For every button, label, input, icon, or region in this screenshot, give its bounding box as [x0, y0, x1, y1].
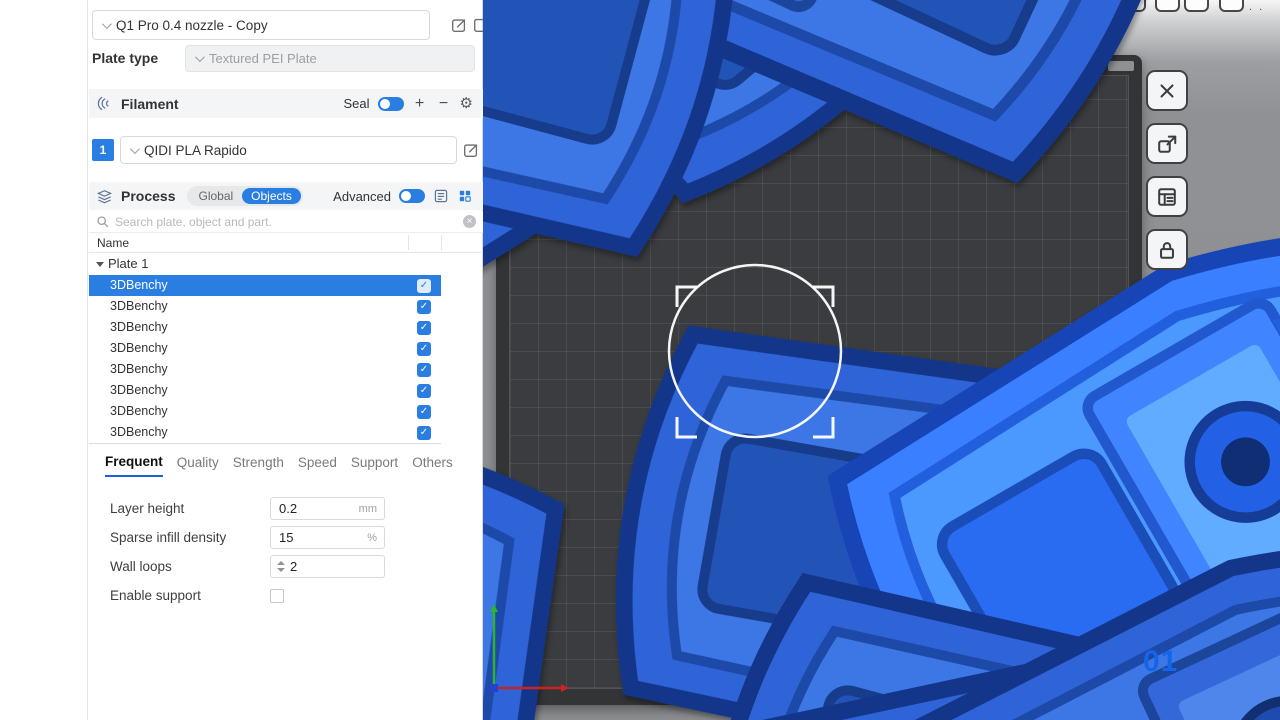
filament-select[interactable]: QIDI PLA Rapido [120, 136, 457, 164]
search-icon [96, 215, 109, 228]
close-icon [1156, 80, 1178, 102]
chevron-down-icon [195, 52, 205, 62]
visibility-checkbox[interactable] [417, 426, 431, 440]
chevron-down-icon [102, 19, 112, 29]
plate-number-label[interactable]: 01 [1143, 645, 1178, 679]
spinner-down-icon[interactable] [277, 568, 285, 572]
advanced-toggle[interactable] [399, 189, 425, 203]
add-filament-button[interactable]: + [412, 96, 428, 112]
tree-row-benchy[interactable]: 3DBenchy [89, 296, 441, 317]
param-enable-support: Enable support [89, 584, 483, 607]
tree-plate-row[interactable]: Plate 1 [89, 253, 441, 275]
spinner-up-icon[interactable] [277, 561, 285, 565]
search-input[interactable] [115, 215, 457, 229]
z-axis-origin [490, 684, 498, 692]
auto-orient-button[interactable] [1146, 123, 1188, 164]
filament-section-title: Filament [121, 96, 179, 112]
plate-type-label: Plate type [92, 50, 158, 66]
objects-grid-icon[interactable] [457, 188, 473, 204]
tree-row-benchy[interactable]: 3DBenchy [89, 380, 441, 401]
param-list-icon[interactable] [433, 188, 449, 204]
remove-filament-button[interactable]: − [436, 96, 452, 112]
expander-chevron-icon[interactable] [96, 262, 104, 267]
tree-row-benchy[interactable]: 3DBenchy [89, 422, 441, 443]
clear-search-icon[interactable]: × [463, 215, 476, 228]
plate-type-select[interactable]: Textured PEI Plate [185, 45, 475, 72]
layer-height-unit: mm [359, 503, 377, 515]
seal-toggle[interactable] [378, 97, 404, 111]
arrange-panel-button[interactable] [1146, 176, 1188, 217]
process-section-header: Process Global Objects Advanced [89, 182, 483, 210]
tree-header-name: Name [97, 236, 129, 250]
visibility-checkbox[interactable] [417, 279, 431, 293]
segment-objects[interactable]: Objects [242, 188, 301, 204]
tree-header: Name [89, 233, 483, 253]
param-wall-loops: Wall loops [89, 555, 483, 578]
plate-type-value: Textured PEI Plate [209, 51, 317, 66]
process-section-title: Process [121, 188, 175, 204]
edit-filament-icon[interactable] [461, 140, 481, 160]
printer-preset-select[interactable]: Q1 Pro 0.4 nozzle - Copy [92, 10, 430, 40]
param-sparse-infill: Sparse infill density % [89, 526, 483, 549]
layout-list-icon [1156, 186, 1178, 208]
qidi-studio-window: Q1 Pro 0.4 nozzle - Copy Plate type Text… [0, 0, 1280, 720]
tree-row-benchy[interactable]: 3DBenchy [89, 338, 441, 359]
object-tree-list: 3DBenchy 3DBenchy 3DBenchy 3DBenchy 3DBe… [89, 275, 441, 444]
visibility-checkbox[interactable] [417, 300, 431, 314]
search-bar: × [89, 211, 483, 233]
close-plate-button[interactable] [1146, 70, 1188, 111]
edit-preset-icon[interactable] [449, 15, 469, 35]
segment-global[interactable]: Global [189, 188, 242, 204]
wall-loops-input[interactable] [288, 556, 384, 577]
benchy-model[interactable] [483, 415, 574, 720]
tree-row-benchy[interactable]: 3DBenchy [89, 401, 441, 422]
filament-spool-icon [96, 95, 113, 112]
lock-plate-button[interactable] [1146, 229, 1188, 270]
filament-section-header: Filament Seal + − ⚙ [89, 89, 483, 118]
chevron-down-icon [130, 144, 140, 154]
enable-support-checkbox[interactable] [270, 589, 284, 603]
visibility-checkbox[interactable] [417, 342, 431, 356]
plate-row-label: Plate 1 [108, 256, 148, 271]
lock-icon [1156, 239, 1178, 261]
x-axis-arrow [561, 684, 569, 692]
sparse-infill-unit: % [367, 532, 377, 544]
param-layer-height: Layer height mm [89, 497, 483, 520]
visibility-checkbox[interactable] [417, 405, 431, 419]
tab-frequent[interactable]: Frequent [105, 454, 163, 477]
filament-value: QIDI PLA Rapido [144, 143, 247, 158]
tab-support[interactable]: Support [351, 455, 398, 476]
viewport-3d[interactable]: . . ✎ [483, 0, 1280, 720]
frequent-params: Layer height mm Sparse infill density % … [89, 497, 483, 613]
tree-row-benchy[interactable]: 3DBenchy [89, 359, 441, 380]
tree-row-benchy[interactable]: 3DBenchy [89, 317, 441, 338]
process-layers-icon [96, 188, 113, 205]
process-scope-segmented: Global Objects [187, 186, 302, 206]
filament-slot-badge[interactable]: 1 [92, 139, 114, 161]
tab-quality[interactable]: Quality [177, 455, 219, 476]
printer-preset-value: Q1 Pro 0.4 nozzle - Copy [116, 18, 268, 33]
auto-orient-icon [1156, 133, 1178, 155]
visibility-checkbox[interactable] [417, 363, 431, 377]
advanced-label: Advanced [333, 189, 391, 204]
tab-strength[interactable]: Strength [233, 455, 284, 476]
collapsed-side-rail [0, 0, 88, 720]
filament-settings-gear-icon[interactable]: ⚙ [460, 96, 473, 111]
tab-others[interactable]: Others [412, 455, 453, 476]
tree-row-benchy[interactable]: 3DBenchy [89, 275, 441, 296]
left-panel: Q1 Pro 0.4 nozzle - Copy Plate type Text… [0, 0, 483, 720]
visibility-checkbox[interactable] [417, 321, 431, 335]
settings-tabs: Frequent Quality Strength Speed Support … [89, 449, 483, 481]
tab-speed[interactable]: Speed [298, 455, 337, 476]
visibility-checkbox[interactable] [417, 384, 431, 398]
seal-label: Seal [344, 96, 370, 111]
